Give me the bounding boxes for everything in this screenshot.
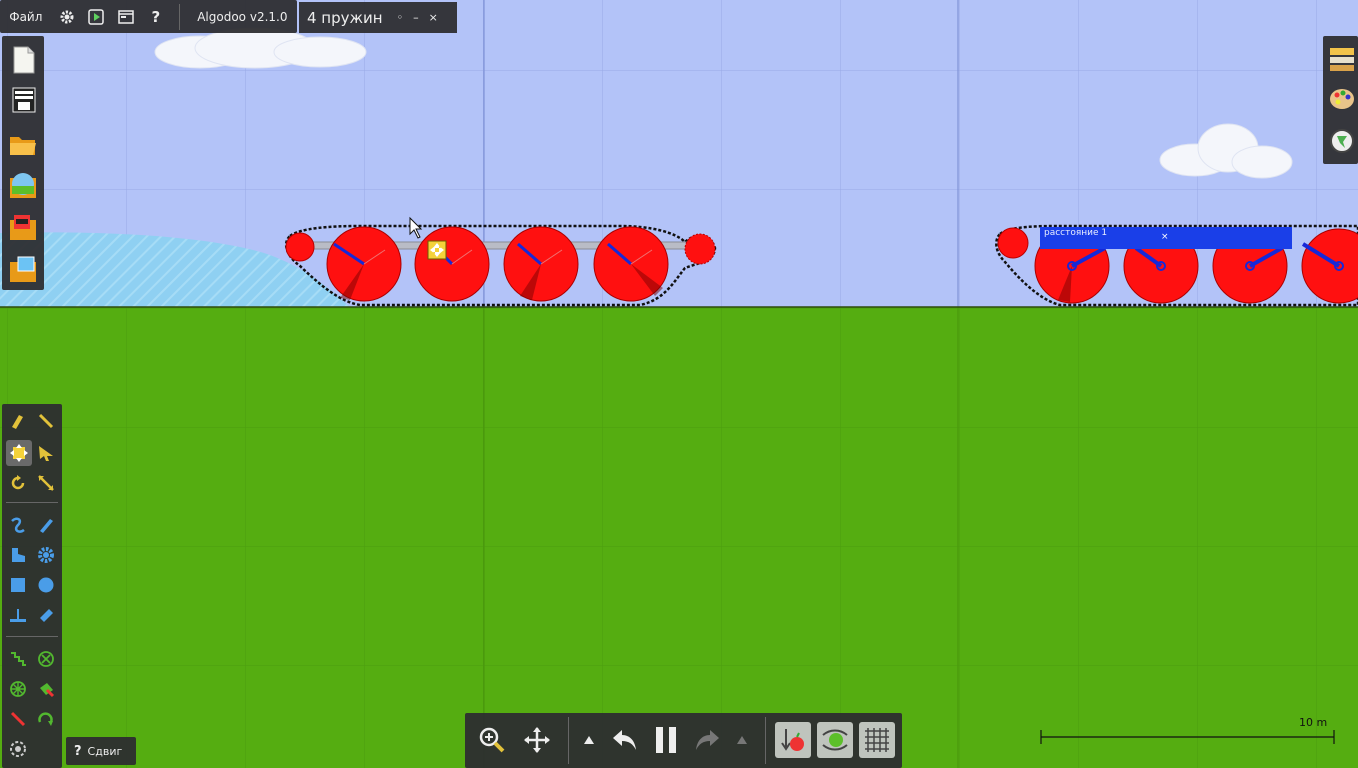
- visualization-icon[interactable]: [1329, 128, 1355, 154]
- laser-tool-icon[interactable]: [7, 708, 29, 730]
- toys-icon[interactable]: [9, 212, 37, 242]
- brush-tool-icon[interactable]: [35, 514, 57, 536]
- tools-panel: [2, 404, 62, 768]
- circle-tool-icon[interactable]: [35, 574, 57, 596]
- fixate-tool-icon[interactable]: [35, 648, 57, 670]
- materials-icon[interactable]: [1329, 46, 1355, 72]
- spring-tool-icon[interactable]: [7, 648, 29, 670]
- top-menu-bar: Файл ? Algodoo v2.1.0: [0, 0, 297, 33]
- scene-title[interactable]: 4 пружин: [307, 9, 383, 27]
- theme-icon[interactable]: [9, 170, 37, 200]
- rope-tool-icon[interactable]: [7, 514, 29, 536]
- rotate-tool-icon[interactable]: [7, 472, 29, 494]
- window-icon[interactable]: [111, 0, 141, 33]
- scene-list-icon[interactable]: [11, 86, 37, 114]
- open-folder-icon[interactable]: [9, 132, 37, 158]
- pan-icon[interactable]: [520, 723, 554, 757]
- chain-tool-icon[interactable]: [35, 604, 57, 626]
- zoom-icon[interactable]: [475, 723, 509, 757]
- grid-icon[interactable]: [859, 722, 895, 758]
- gear-tool-icon[interactable]: [35, 544, 57, 566]
- file-panel: [2, 36, 44, 290]
- minimize-icon[interactable]: –: [413, 11, 419, 24]
- help-icon[interactable]: ?: [141, 0, 171, 33]
- wheel: [997, 227, 1029, 259]
- move-tool-icon[interactable]: [6, 440, 32, 466]
- tool-hint: ? Сдвиг: [66, 737, 136, 765]
- spin-tool-icon[interactable]: [7, 738, 29, 760]
- tracer-tool-icon[interactable]: [35, 708, 57, 730]
- simulation-toolbar: [465, 713, 902, 768]
- scene-title-bar: 4 пружин ◦ – ×: [299, 2, 457, 33]
- new-scene-icon[interactable]: [11, 46, 37, 74]
- app-version: Algodoo v2.1.0: [197, 9, 288, 24]
- palette-icon[interactable]: [1329, 86, 1355, 112]
- box-tool-icon[interactable]: [7, 574, 29, 596]
- right-panel: [1323, 36, 1358, 164]
- current-tool-label: Сдвиг: [87, 744, 123, 758]
- scale-label: 10 m: [1299, 716, 1328, 729]
- undo-icon[interactable]: [608, 723, 642, 757]
- polygon-tool-icon[interactable]: [7, 544, 29, 566]
- redo-arrow-down-icon[interactable]: [733, 731, 751, 749]
- close-icon[interactable]: ×: [1161, 232, 1169, 242]
- scene-canvas[interactable]: [0, 0, 1358, 768]
- wheel: [285, 232, 315, 262]
- plane-tool-icon[interactable]: [7, 604, 29, 626]
- play-window-icon[interactable]: [81, 0, 111, 33]
- ground-grid: [0, 307, 1358, 768]
- drag-tool-icon[interactable]: [35, 442, 57, 464]
- cut-tool-icon[interactable]: [35, 410, 57, 432]
- help-icon[interactable]: ?: [74, 744, 82, 759]
- file-menu[interactable]: Файл: [0, 0, 52, 33]
- close-icon[interactable]: ×: [429, 11, 438, 24]
- pin-icon[interactable]: ◦: [397, 11, 404, 24]
- air-friction-icon[interactable]: [817, 722, 853, 758]
- scale-tool-icon[interactable]: [35, 472, 57, 494]
- move-handle-icon: [427, 240, 447, 260]
- pictures-icon[interactable]: [9, 254, 37, 284]
- sketch-tool-icon[interactable]: [7, 410, 29, 432]
- axle-tool-icon[interactable]: [7, 678, 29, 700]
- gravity-icon[interactable]: [775, 722, 811, 758]
- undo-arrow-up-icon[interactable]: [580, 731, 598, 749]
- thruster-tool-icon[interactable]: [35, 678, 57, 700]
- pause-icon[interactable]: [649, 723, 683, 757]
- redo-icon[interactable]: [690, 723, 724, 757]
- sprocket: [684, 233, 716, 265]
- gear-icon[interactable]: [52, 0, 82, 33]
